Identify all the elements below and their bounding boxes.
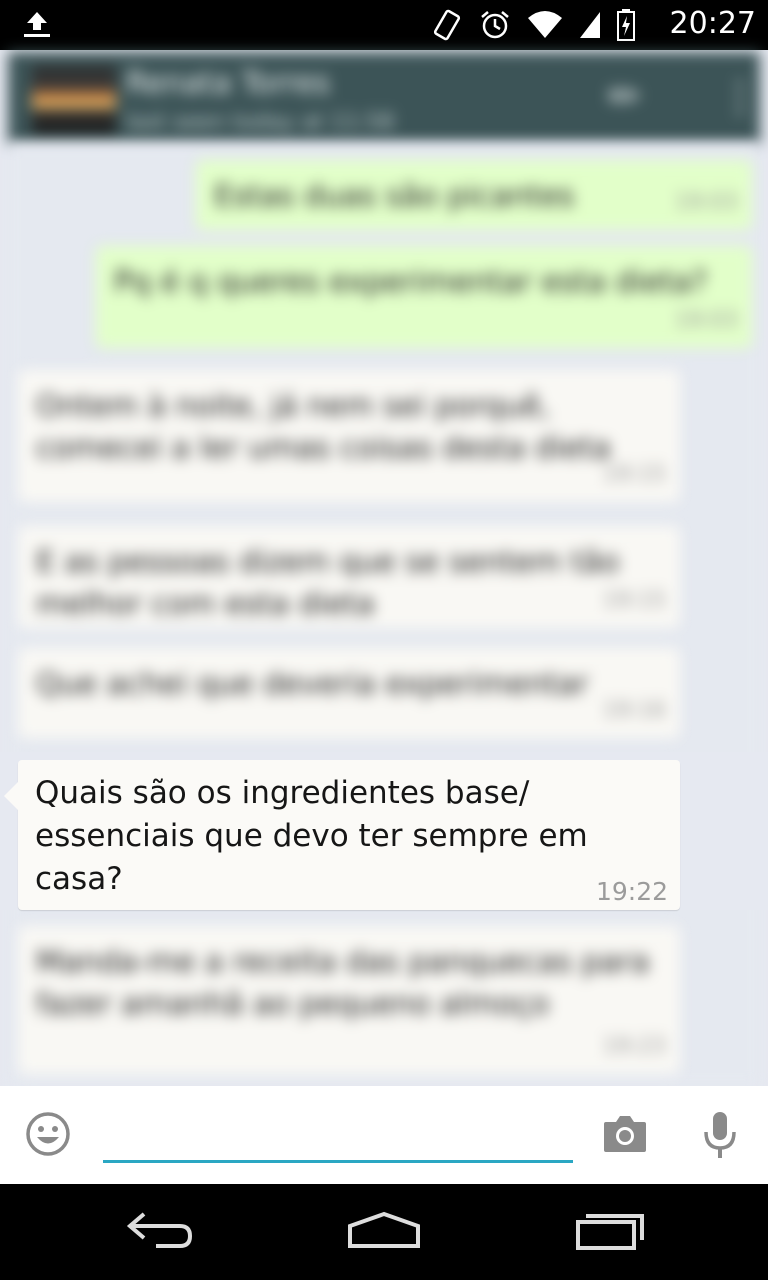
microphone-icon[interactable] (702, 1110, 738, 1160)
signal-icon (580, 12, 600, 38)
overflow-menu-icon[interactable]: ⋮ (720, 74, 760, 120)
conversation-header[interactable]: Renata Torres last seen today at 11:58 ✏… (8, 52, 760, 144)
last-seen: last seen today at 11:58 (126, 110, 395, 135)
message-time: 19:15 (602, 462, 666, 487)
navigation-bar (0, 1184, 768, 1280)
message-text: Pq é q queres experimentar esta dieta? (114, 265, 708, 300)
message-input[interactable] (103, 1110, 573, 1163)
message-time: 19:16 (602, 698, 666, 723)
compose-bar (0, 1086, 768, 1184)
message-time: 19:03 (674, 308, 738, 333)
recent-apps-icon[interactable] (574, 1210, 646, 1250)
message-text: Estas duas são picantes (214, 179, 575, 214)
attach-icon[interactable]: ✏ (608, 74, 642, 120)
upload-icon (24, 12, 50, 37)
message-text: Manda-me a receita das panquecas para fa… (36, 945, 650, 1022)
message-bubble[interactable]: Manda-me a receita das panquecas para fa… (18, 926, 680, 1074)
status-icons (430, 8, 636, 42)
message-text: E as pessoas dizem que se sentem tão mel… (36, 545, 620, 622)
contact-name[interactable]: Renata Torres (126, 66, 330, 101)
message-bubble[interactable]: Estas duas são picantes 19:03 (196, 160, 752, 230)
emoji-icon[interactable] (24, 1110, 72, 1158)
message-bubble[interactable]: Ontem à noite, já nem sei porquê, comece… (18, 370, 680, 502)
message-bubble[interactable]: E as pessoas dizem que se sentem tão mel… (18, 526, 680, 628)
chat-screen: 20:27 Renata Torres last seen today at 1… (0, 0, 768, 1280)
alarm-icon (481, 11, 509, 39)
message-text: Que achei que deveria experimentar (36, 667, 589, 702)
message-text: Ontem à noite, já nem sei porquê, comece… (36, 389, 611, 466)
home-icon[interactable] (346, 1210, 422, 1250)
message-bubble[interactable]: Que achei que deveria experimentar 19:16 (18, 648, 680, 738)
message-time: 19:15 (602, 588, 666, 613)
wifi-icon (528, 11, 562, 38)
message-time: 19:22 (595, 877, 668, 906)
vibrate-icon (433, 9, 461, 41)
bubble-tail (4, 782, 18, 810)
message-bubble[interactable]: Pq é q queres experimentar esta dieta? 1… (96, 246, 752, 348)
camera-icon[interactable] (602, 1114, 648, 1154)
battery-charging-icon (617, 9, 635, 41)
status-bar: 20:27 (0, 0, 768, 50)
avatar[interactable] (32, 66, 116, 134)
back-icon[interactable] (126, 1210, 194, 1250)
message-text: Quais são os ingredientes base/ essencia… (35, 775, 588, 897)
message-time: 19:03 (674, 190, 738, 215)
message-bubble[interactable]: Quais são os ingredientes base/ essencia… (4, 760, 680, 910)
message-time: 19:23 (602, 1034, 666, 1059)
status-time: 20:27 (669, 6, 756, 41)
